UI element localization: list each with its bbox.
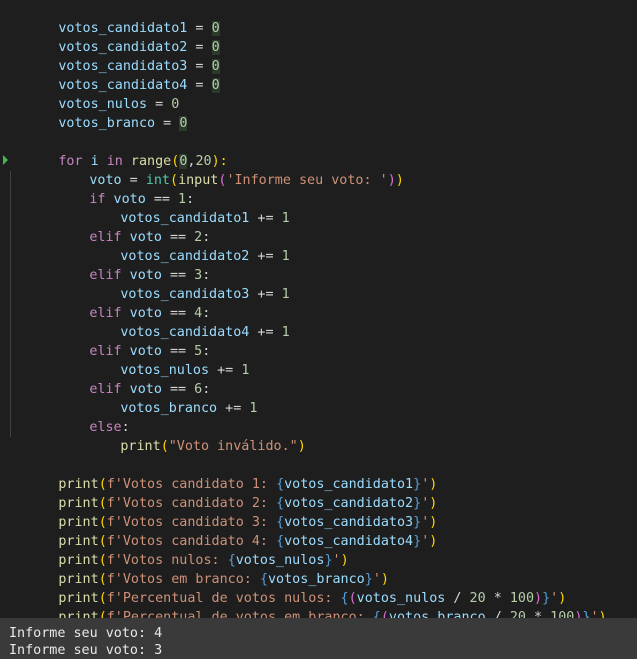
- code-line: print(f'Percentual de votos em branco: {…: [10, 589, 606, 625]
- operator: +=: [249, 287, 282, 302]
- code-line: print("Voto inválido."): [72, 418, 305, 454]
- operator: =: [155, 116, 180, 131]
- bracket: ): [429, 534, 438, 549]
- operator: +=: [249, 249, 282, 264]
- code-line: votos_candidato2 = 0: [10, 19, 220, 55]
- operator: +=: [249, 325, 282, 340]
- code-line: elif voto == 3:: [41, 247, 210, 283]
- code-line: votos_candidato1 += 1: [72, 190, 289, 226]
- function-name: print: [120, 439, 161, 454]
- number-literal: 1: [281, 325, 290, 340]
- operator: +=: [249, 211, 282, 226]
- code-line: elif voto == 4:: [41, 285, 210, 321]
- code-line: elif voto == 6:: [41, 361, 210, 397]
- number-literal: 1: [281, 211, 290, 226]
- terminal-output-line: Informe seu voto: 4: [9, 626, 163, 641]
- code-line: elif voto == 5:: [41, 323, 210, 359]
- terminal-output-line: Informe seu voto: 3: [9, 643, 163, 658]
- code-line: votos_candidato1 = 0: [10, 0, 220, 36]
- variable-name: votos_branco: [120, 401, 218, 416]
- code-editor[interactable]: votos_candidato1 = 0 votos_candidato2 = …: [0, 0, 637, 625]
- brace: }: [413, 534, 422, 549]
- bracket: ): [387, 173, 396, 188]
- operator: +=: [217, 401, 250, 416]
- code-line: if voto == 1:: [41, 171, 194, 207]
- string-literal: "Voto inválido.": [168, 439, 298, 454]
- code-line: print(f'Votos candidato 1: {votos_candid…: [10, 456, 437, 492]
- vscode-window: votos_candidato1 = 0 votos_candidato2 = …: [0, 0, 637, 659]
- operator: =: [187, 78, 212, 93]
- string-literal: 'Informe seu voto: ': [226, 173, 388, 188]
- code-line: print(f'Votos candidato 2: {votos_candid…: [10, 475, 437, 511]
- bracket: (: [160, 439, 169, 454]
- code-line: elif voto == 2:: [41, 209, 210, 245]
- number-literal: 1: [241, 363, 250, 378]
- run-marker-icon: [3, 155, 8, 165]
- code-line: votos_candidato3 += 1: [72, 266, 289, 302]
- code-line: votos_branco += 1: [72, 380, 257, 416]
- code-line: print(f'Percentual de votos nulos: {(vot…: [10, 570, 566, 606]
- bracket: ): [297, 439, 306, 454]
- number-literal: 1: [249, 401, 258, 416]
- operator: +=: [209, 363, 242, 378]
- code-line: votos_candidato3 = 0: [10, 38, 220, 74]
- code-line: print(f'Votos nulos: {votos_nulos}'): [10, 532, 348, 568]
- code-line: votos_nulos = 0: [10, 76, 179, 112]
- code-line: voto = int(input('Informe seu voto: ')): [41, 152, 403, 188]
- indent-guide: [10, 171, 11, 437]
- code-line: votos_nulos += 1: [72, 342, 249, 378]
- bracket: ): [395, 173, 404, 188]
- code-line: print(f'Votos em branco: {votos_branco}'…: [10, 551, 389, 587]
- code-line: print(f'Votos candidato 3: {votos_candid…: [10, 494, 437, 530]
- code-line: votos_candidato4 = 0: [10, 57, 220, 93]
- terminal-panel[interactable]: Informe seu voto: 4 Informe seu voto: 3: [0, 618, 637, 659]
- code-line: votos_branco = 0: [10, 95, 188, 131]
- code-line: else:: [41, 399, 129, 435]
- number-literal: 1: [281, 249, 290, 264]
- number-literal: 0: [179, 116, 188, 131]
- code-line: print(f'Votos candidato 4: {votos_candid…: [10, 513, 437, 549]
- code-line: votos_candidato4 += 1: [72, 304, 289, 340]
- code-line: for i in range(0,20):: [10, 133, 228, 169]
- code-line: votos_candidato2 += 1: [72, 228, 289, 264]
- number-literal: 1: [281, 287, 290, 302]
- variable-name: votos_branco: [58, 116, 156, 131]
- number-literal: 0: [211, 78, 220, 93]
